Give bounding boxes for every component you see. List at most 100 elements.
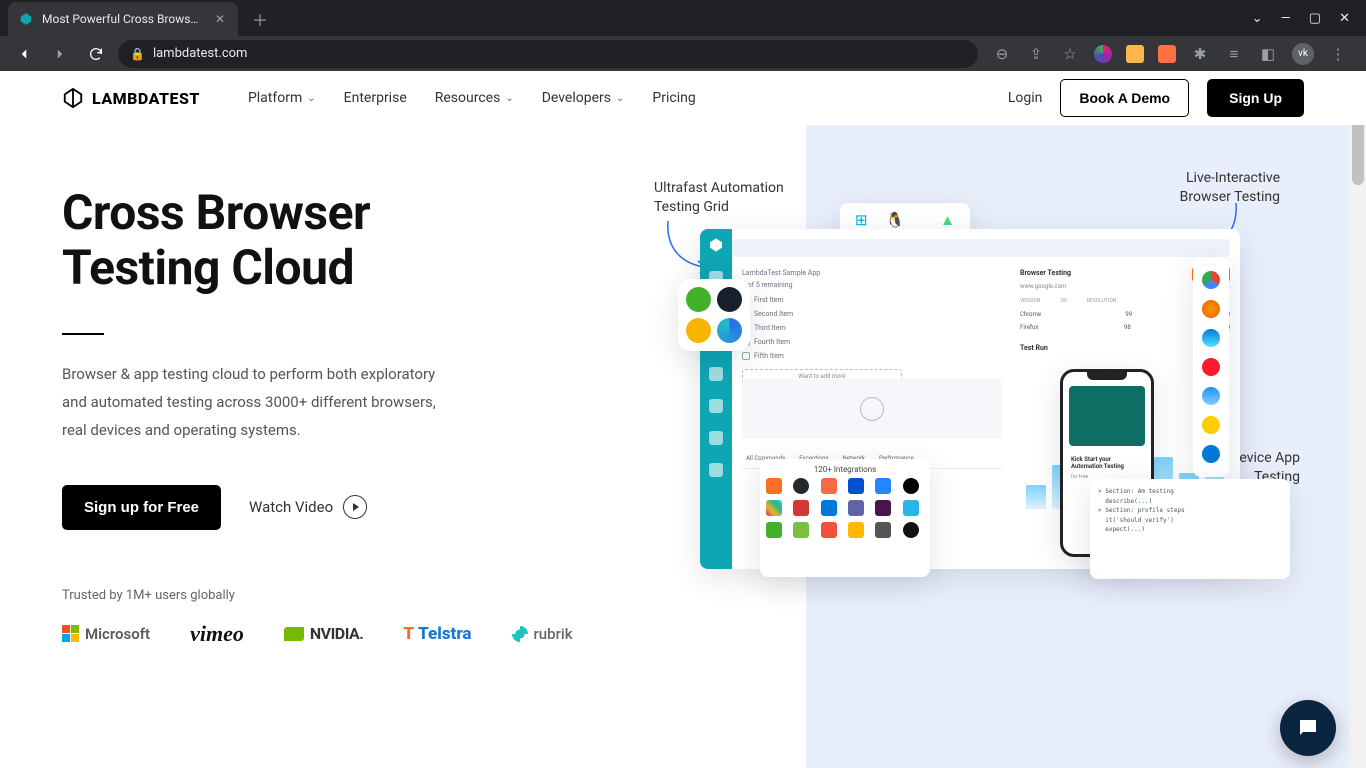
safari-icon [1202, 387, 1220, 405]
minimize-icon[interactable]: — [1281, 11, 1291, 26]
tab-bar: Most Powerful Cross Browser Tes ✕ ＋ ⌄ — … [0, 0, 1366, 36]
circleci-icon [903, 478, 919, 494]
hero-ctas: Sign up for Free Watch Video [62, 485, 572, 530]
extensions-puzzle-icon[interactable]: ✱ [1190, 44, 1210, 64]
site-logo[interactable]: LAMBDATEST [62, 87, 200, 109]
share-icon[interactable]: ⇪ [1026, 44, 1046, 64]
microsoft-icon [62, 625, 79, 642]
forward-button[interactable] [46, 40, 74, 68]
close-window-icon[interactable]: ✕ [1339, 11, 1350, 26]
zoom-icon[interactable]: ⊖ [992, 44, 1012, 64]
hero-left: Cross Browser Testing Cloud Browser & ap… [62, 185, 572, 647]
brand-vimeo: vimeo [190, 621, 244, 647]
chrome-icon [1202, 271, 1220, 289]
book-demo-button[interactable]: Book A Demo [1060, 79, 1189, 117]
header-right: Login Book A Demo Sign Up [1008, 79, 1304, 117]
brand-nvidia: NVIDIA. [284, 624, 364, 643]
play-icon [343, 495, 367, 519]
extension-icon[interactable] [1094, 45, 1112, 63]
site-header: LAMBDATEST Platform⌄ Enterprise Resource… [0, 71, 1366, 125]
telstra-icon: T [403, 624, 414, 644]
maximize-icon[interactable]: ▢ [1309, 11, 1321, 26]
watch-video-label: Watch Video [249, 498, 333, 516]
list-item: Fourth Item [742, 335, 902, 349]
browser-strip [1193, 257, 1229, 477]
dash-sample-app: LambdaTest Sample App 5 of 5 remaining F… [742, 269, 902, 384]
toolbar-right: ⊖ ⇪ ☆ ✱ ≡ ◧ vk ⋮ [992, 43, 1356, 65]
chat-icon [1296, 716, 1320, 740]
brand-telstra: TTelstra [403, 624, 471, 644]
integration-icon [821, 522, 837, 538]
chevron-down-icon[interactable]: ⌄ [1252, 11, 1263, 26]
extension-icon[interactable] [1158, 45, 1176, 63]
callout-automation: Ultrafast Automation Testing Grid [654, 179, 804, 217]
signup-button[interactable]: Sign Up [1207, 79, 1304, 117]
nav-platform[interactable]: Platform⌄ [248, 90, 316, 106]
extension-icon[interactable] [1126, 45, 1144, 63]
tab-title: Most Powerful Cross Browser Tes [42, 12, 204, 26]
nav-enterprise[interactable]: Enterprise [344, 90, 407, 106]
integration-icon [903, 500, 919, 516]
sidebar-icon [709, 431, 723, 445]
new-tab-button[interactable]: ＋ [246, 5, 274, 33]
close-icon[interactable]: ✕ [212, 11, 228, 27]
hero: Cross Browser Testing Cloud Browser & ap… [0, 125, 1366, 647]
jenkins-icon [793, 500, 809, 516]
hero-divider [62, 333, 104, 335]
opera-icon [1202, 358, 1220, 376]
sidebar-icon [709, 367, 723, 381]
address-bar: 🔒 lambdatest.com ⊖ ⇪ ☆ ✱ ≡ ◧ vk ⋮ [0, 36, 1366, 71]
selenium-icon [686, 287, 711, 312]
rubrik-icon [512, 626, 528, 642]
azure-icon [821, 500, 837, 516]
integration-icon [848, 522, 864, 538]
back-button[interactable] [10, 40, 38, 68]
phone-headline: Kick Start your Automation Testing [1063, 452, 1151, 474]
edge-icon [1202, 329, 1220, 347]
linux-icon: 🐧 [886, 211, 905, 229]
sidebar-icon [709, 463, 723, 477]
signup-free-button[interactable]: Sign up for Free [62, 485, 221, 530]
sidebar-icon [709, 399, 723, 413]
omnibox[interactable]: 🔒 lambdatest.com [118, 40, 978, 68]
side-panel-icon[interactable]: ◧ [1258, 44, 1278, 64]
trusted-logos: Microsoft vimeo NVIDIA. TTelstra rubrik [62, 621, 572, 647]
chat-fab[interactable] [1280, 700, 1336, 756]
github-icon [793, 478, 809, 494]
kebab-menu-icon[interactable]: ⋮ [1328, 44, 1348, 64]
jira-icon [848, 478, 864, 494]
android-icon: ▲ [940, 211, 955, 229]
nav-developers[interactable]: Developers⌄ [542, 90, 625, 106]
tool-badge [678, 279, 750, 351]
logo-icon [708, 237, 724, 253]
hero-description: Browser & app testing cloud to perform b… [62, 361, 462, 444]
dash-video [742, 379, 1002, 439]
integration-icon [903, 522, 919, 538]
nav-pricing[interactable]: Pricing [652, 90, 695, 106]
nvidia-icon [284, 627, 304, 641]
teams-icon [848, 500, 864, 516]
ie-icon [1202, 445, 1220, 463]
watch-video-link[interactable]: Watch Video [249, 495, 367, 519]
integration-icon [875, 522, 891, 538]
integration-icon [766, 522, 782, 538]
brand-microsoft: Microsoft [62, 625, 150, 643]
login-link[interactable]: Login [1008, 90, 1043, 106]
nav-resources[interactable]: Resources⌄ [435, 90, 514, 106]
playlist-icon[interactable]: ≡ [1224, 44, 1244, 64]
sample-app-title: LambdaTest Sample App [742, 269, 902, 277]
trusted-section: Trusted by 1M+ users globally Microsoft … [62, 588, 572, 647]
reload-button[interactable] [82, 40, 110, 68]
star-icon[interactable]: ☆ [1060, 44, 1080, 64]
browser-tab[interactable]: Most Powerful Cross Browser Tes ✕ [8, 2, 238, 36]
profile-avatar[interactable]: vk [1292, 43, 1314, 65]
sample-remaining: 5 of 5 remaining [742, 281, 902, 289]
integrations-title: 120+ Integrations [766, 465, 924, 474]
tab-favicon-icon [18, 11, 34, 27]
bitbucket-icon [875, 478, 891, 494]
chevron-down-icon: ⌄ [505, 93, 513, 104]
play-icon [860, 397, 884, 421]
phone-notch [1087, 372, 1127, 380]
omnibox-url: lambdatest.com [153, 46, 248, 61]
logo-icon [62, 87, 84, 109]
